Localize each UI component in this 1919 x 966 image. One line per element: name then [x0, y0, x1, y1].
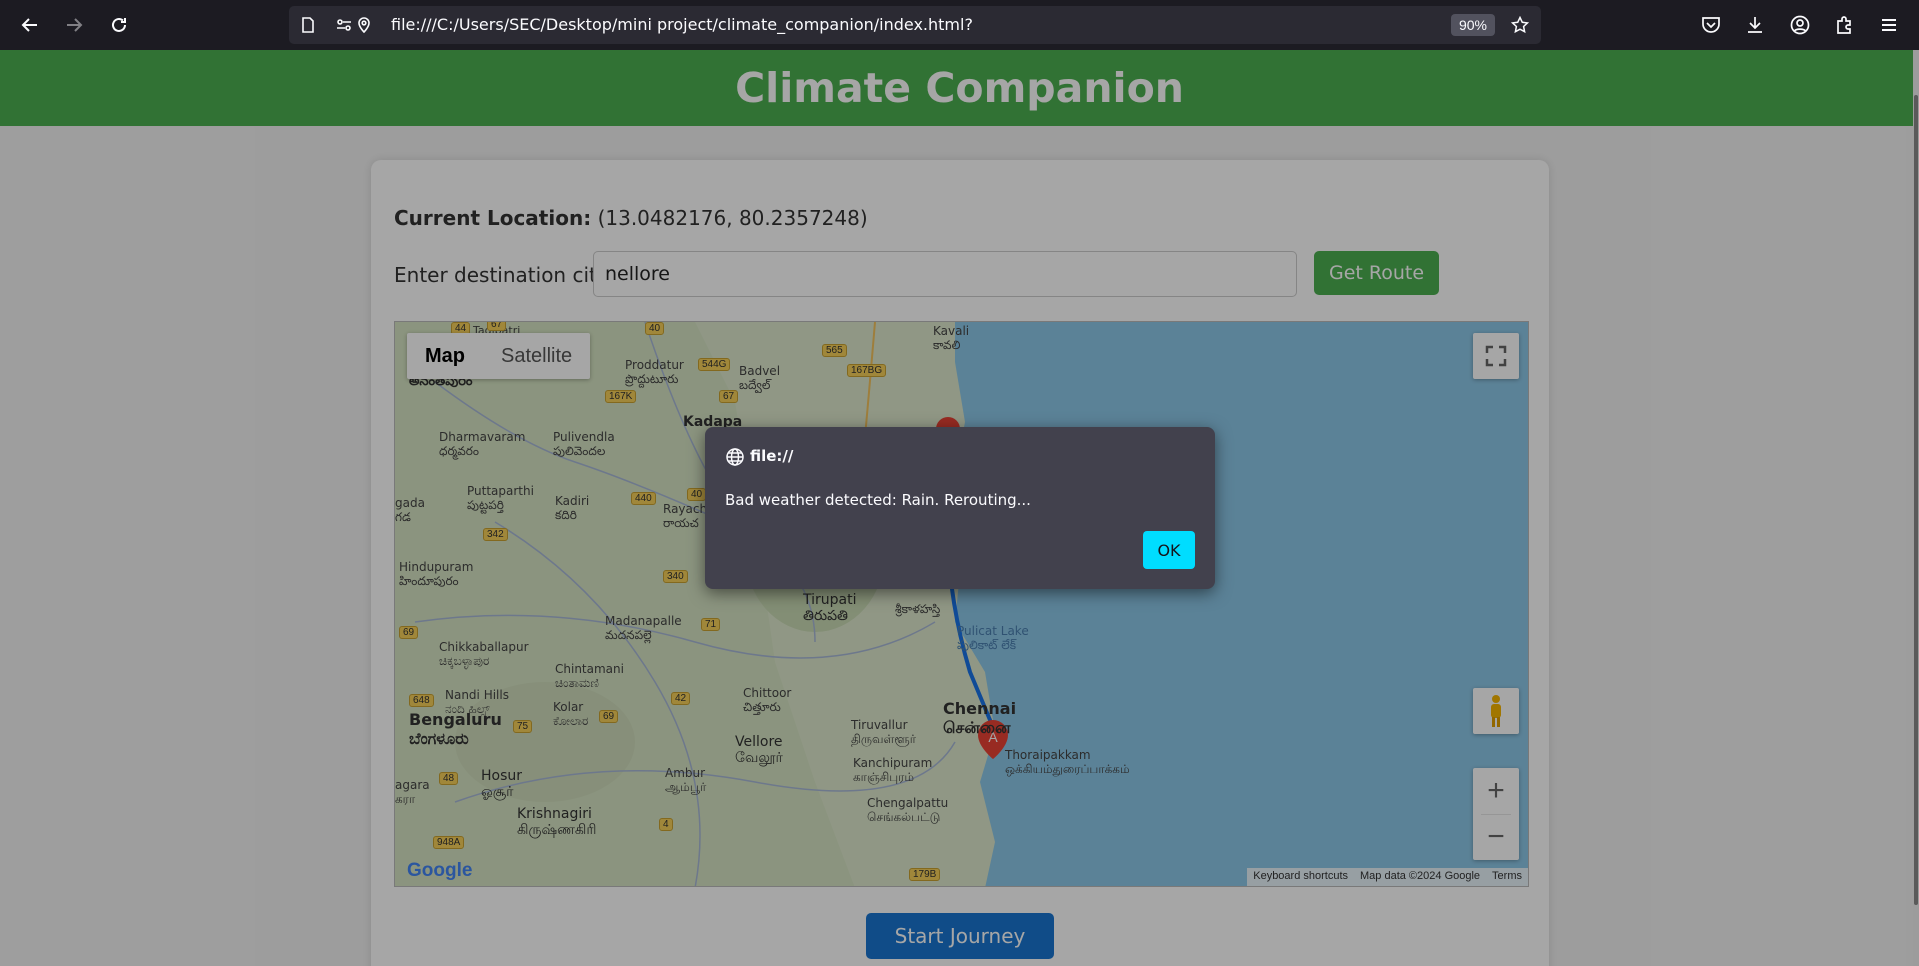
pocket-icon[interactable]: [1700, 14, 1722, 36]
alert-dialog: file:// Bad weather detected: Rain. Rero…: [705, 427, 1215, 589]
zoom-level[interactable]: 90%: [1451, 14, 1495, 36]
reload-icon[interactable]: [103, 9, 135, 41]
globe-icon: [726, 448, 744, 466]
url-text[interactable]: file:///C:/Users/SEC/Desktop/mini projec…: [391, 15, 973, 34]
bookmark-star-icon[interactable]: [1511, 16, 1529, 34]
forward-icon[interactable]: [58, 9, 90, 41]
dialog-origin: file://: [750, 447, 794, 465]
dialog-message: Bad weather detected: Rain. Rerouting...: [725, 491, 1031, 509]
page-icon: [302, 17, 314, 33]
account-icon[interactable]: [1789, 14, 1811, 36]
location-pin-icon[interactable]: [355, 16, 373, 34]
address-bar[interactable]: file:///C:/Users/SEC/Desktop/mini projec…: [289, 6, 1541, 44]
downloads-icon[interactable]: [1744, 14, 1766, 36]
browser-toolbar: file:///C:/Users/SEC/Desktop/mini projec…: [0, 0, 1919, 50]
ok-button[interactable]: OK: [1143, 531, 1195, 569]
extensions-icon[interactable]: [1833, 14, 1855, 36]
back-icon[interactable]: [14, 9, 46, 41]
permissions-icon[interactable]: [335, 16, 353, 34]
menu-icon[interactable]: [1878, 14, 1900, 36]
